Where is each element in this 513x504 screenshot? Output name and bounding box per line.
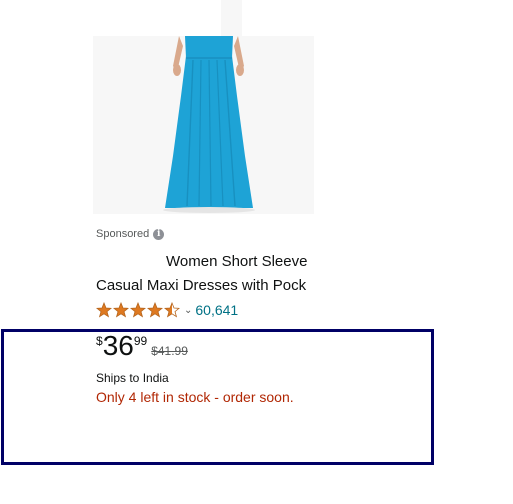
product-image[interactable] — [93, 36, 314, 214]
rating-row: ⌄ 60,641 — [96, 300, 238, 320]
star-icon — [130, 302, 146, 318]
product-title-line1[interactable]: Women Short Sleeve — [96, 250, 314, 274]
star-icon — [147, 302, 163, 318]
star-rating[interactable] — [96, 302, 180, 318]
sponsored-label[interactable]: Sponsored i — [96, 228, 165, 240]
info-icon[interactable]: i — [153, 228, 165, 240]
product-title[interactable]: Women Short Sleeve Casual Maxi Dresses w… — [96, 250, 314, 298]
maxi-dress-image — [93, 36, 314, 214]
top-image-strip — [221, 0, 242, 36]
highlight-box — [1, 329, 434, 465]
star-icon — [164, 302, 180, 318]
chevron-down-icon[interactable]: ⌄ — [184, 305, 192, 316]
star-icon — [113, 302, 129, 318]
star-icon — [96, 302, 112, 318]
sponsored-text: Sponsored — [96, 228, 150, 240]
product-title-line2[interactable]: Casual Maxi Dresses with Pock — [96, 274, 314, 298]
search-result-card: Sponsored i Women Short Sleeve Casual Ma… — [0, 0, 513, 504]
review-count-link[interactable]: 60,641 — [195, 302, 238, 318]
